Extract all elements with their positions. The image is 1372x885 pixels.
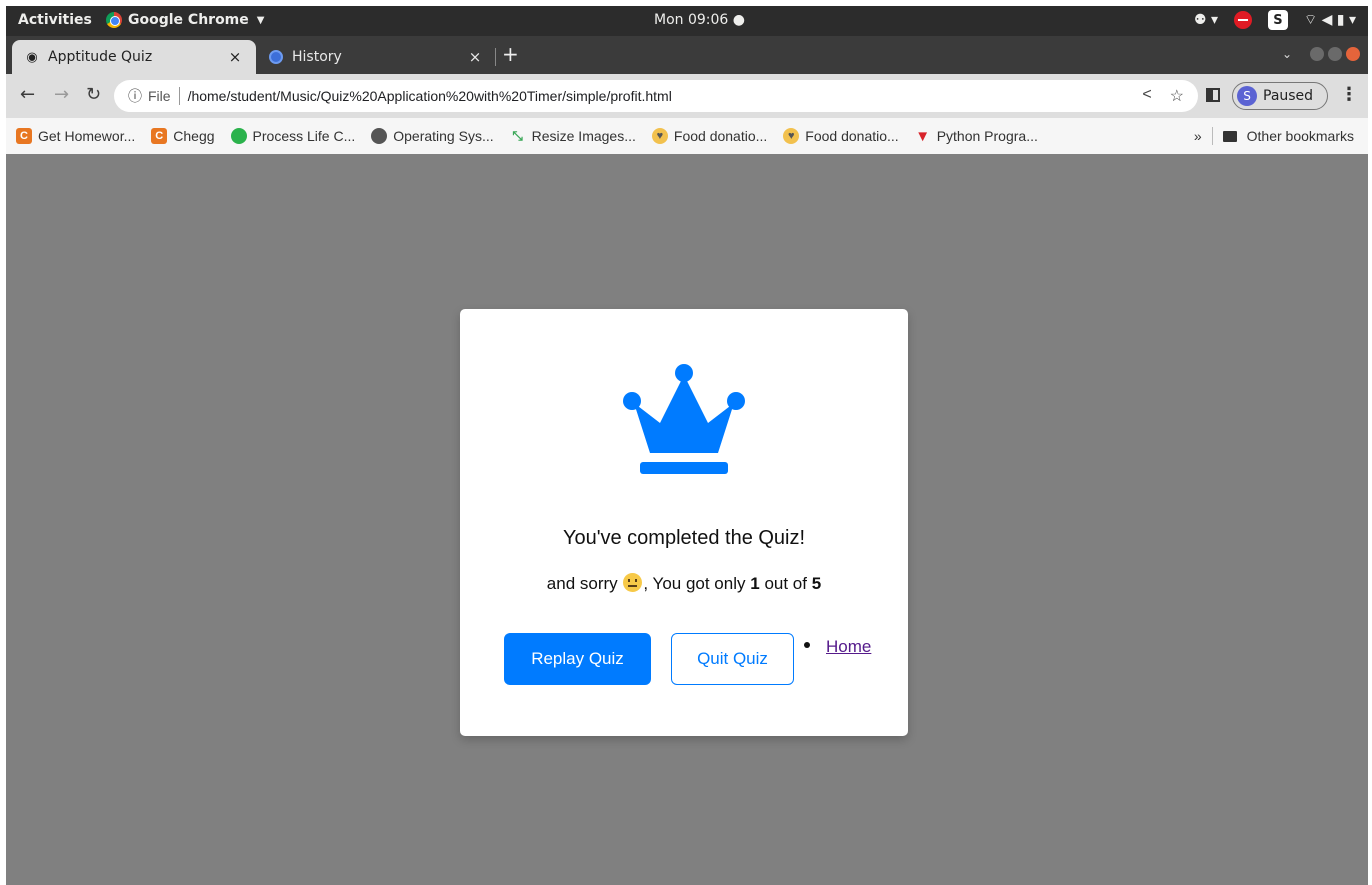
accessibility-icon[interactable]: ⚉ ▾ [1194,12,1218,28]
history-icon [268,49,284,65]
profile-status: Paused [1263,88,1314,104]
food-icon: ♥ [783,128,800,144]
list-bullet [804,642,810,648]
home-link[interactable]: Home [826,637,871,656]
resize-icon: ⤡ [512,128,523,143]
folder-icon [1222,130,1237,142]
tab-title: History [292,49,342,65]
tab-title: Apptitude Quiz [48,49,153,65]
leaf-icon [230,128,247,144]
do-not-disturb-icon[interactable] [1233,11,1252,29]
bookmark-label: Operating Sys... [393,128,494,144]
back-arrow-icon[interactable]: ← [20,84,35,105]
side-panel-icon[interactable] [1206,88,1220,102]
reload-icon[interactable]: ↻ [86,84,101,105]
completed-message: You've completed the Quiz! [562,527,806,549]
bookmark-label: Process Life C... [252,128,356,144]
app-menu-label: Google Chrome [128,12,249,28]
bookmark-label: Chegg [173,128,215,144]
score-mid: , You got only [643,574,746,593]
bookmark-label: Python Progra... [936,128,1038,144]
bookmarks-bar: C Get Homewor... C Chegg Process Life C.… [6,118,1368,154]
app-menu[interactable]: Google Chrome ▼ [106,12,264,28]
share-icon[interactable]: < [1142,86,1151,106]
chegg-icon: C [151,128,168,144]
bookmarks-overflow: » Other bookmarks [1194,127,1354,145]
quit-quiz-button[interactable]: Quit Quiz [671,633,794,685]
tab-search-icon[interactable]: ⌄ [1282,47,1292,61]
bookmark-item[interactable]: ▼ Python Progra... [915,127,1038,145]
tab-apptitude-quiz[interactable]: ◉ Apptitude Quiz × [12,40,256,74]
page-viewport: You've completed the Quiz! and sorry , Y… [6,154,1368,885]
globe-icon [371,128,388,144]
chevron-right-icon[interactable]: » [1194,128,1202,144]
bookmark-label: Food donatio... [805,128,899,144]
new-tab-button[interactable]: + [502,42,519,66]
star-icon[interactable]: ☆ [1170,86,1184,106]
bookmark-label: Get Homewor... [38,128,136,144]
chegg-icon: C [16,128,32,144]
clock[interactable]: Mon 09:06 ● [654,12,745,28]
tab-history[interactable]: History × [256,40,496,74]
minimize-button[interactable] [1310,47,1324,61]
bookmark-item[interactable]: ♥ Food donatio... [783,128,899,144]
forward-arrow-icon[interactable]: → [54,84,69,105]
result-box: You've completed the Quiz! and sorry , Y… [460,309,908,736]
divider [1211,127,1213,145]
file-scheme-label: File [148,88,171,104]
other-bookmarks[interactable]: Other bookmarks [1247,128,1354,144]
bookmark-item[interactable]: Operating Sys... [371,128,494,144]
bookmark-item[interactable]: C Get Homewor... [16,128,135,144]
close-window-button[interactable] [1346,47,1360,61]
activities-button[interactable]: Activities [18,12,92,28]
replay-quiz-button[interactable]: Replay Quiz [504,633,651,685]
divider [178,87,180,105]
bookmark-label: Resize Images... [531,128,636,144]
browser-toolbar: ← → ↻ ⓘ File /home/student/Music/Quiz%20… [6,74,1368,118]
bookmark-item[interactable]: ⤡ Resize Images... [510,128,636,144]
food-icon: ♥ [651,128,668,144]
neutral-face-emoji-icon [623,573,643,592]
score-out-of: out of [764,574,807,593]
info-icon[interactable]: ⓘ [128,86,142,106]
tab-separator [495,48,496,66]
tab-strip: ◉ Apptitude Quiz × History × + ⌄ [6,36,1368,74]
caret-down-icon: ▼ [256,14,265,26]
bookmark-item[interactable]: Process Life C... [230,128,356,144]
bookmark-label: Food donatio... [673,128,768,144]
profile-button[interactable]: S Paused [1232,82,1328,110]
network-volume-battery-icons[interactable]: ⌔ ◀ ▮ ▾ [1304,11,1356,29]
skype-icon[interactable]: S [1267,10,1288,30]
avatar: S [1237,86,1257,106]
score-value: 1 [750,574,760,593]
window-controls: ⌄ [1282,47,1360,61]
python-icon: ▼ [915,127,931,145]
menu-kebab-icon[interactable]: ⋮ [1340,84,1358,105]
home-list-item: Home [804,637,871,657]
omnibox-actions: < ☆ [1142,86,1184,106]
crown-icon [623,364,745,474]
address-bar[interactable]: ⓘ File /home/student/Music/Quiz%20Applic… [114,80,1198,112]
system-tray[interactable]: ⚉ ▾ S ⌔ ◀ ▮ ▾ [1194,10,1356,30]
score-total: 5 [811,574,822,593]
close-icon[interactable]: × [466,48,484,66]
close-icon[interactable]: × [226,48,244,66]
maximize-button[interactable] [1328,47,1342,61]
globe-icon: ◉ [26,49,38,65]
url-text[interactable]: /home/student/Music/Quiz%20Application%2… [188,88,672,104]
bookmark-item[interactable]: C Chegg [151,128,215,144]
score-prefix: and sorry [546,574,618,593]
system-top-bar: Activities Google Chrome ▼ Mon 09:06 ● ⚉… [6,6,1368,36]
bookmark-item[interactable]: ♥ Food donatio... [651,128,768,144]
chrome-logo-icon [106,12,122,28]
score-text: and sorry , You got only 1 out of 5 [460,573,908,594]
